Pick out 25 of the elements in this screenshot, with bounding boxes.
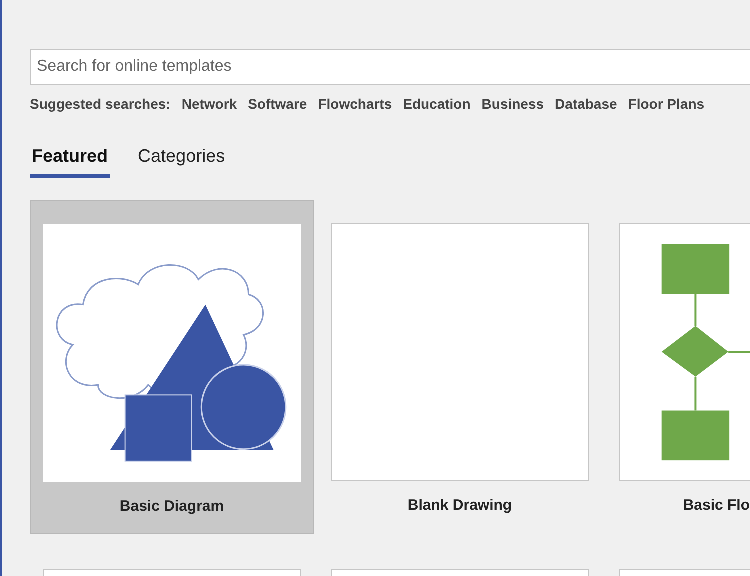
template-thumbnail[interactable] bbox=[43, 224, 301, 482]
connector-line bbox=[728, 351, 750, 353]
template-name: Blank Drawing bbox=[408, 496, 512, 516]
suggested-link[interactable]: Education bbox=[403, 94, 471, 115]
suggested-link[interactable]: Database bbox=[555, 94, 618, 115]
process-shape bbox=[662, 410, 730, 461]
connector-line bbox=[694, 376, 697, 411]
template-name: Basic Diagram bbox=[120, 497, 224, 517]
suggested-label: Suggested searches: bbox=[30, 95, 171, 114]
search-input[interactable]: Search for online templates bbox=[37, 55, 750, 79]
tab[interactable]: Categories bbox=[136, 143, 228, 178]
suggested-link[interactable]: Network bbox=[182, 94, 238, 115]
suggested-link[interactable]: Floor Plans bbox=[628, 94, 705, 115]
process-shape bbox=[662, 244, 730, 294]
connector-line bbox=[694, 294, 697, 326]
tab[interactable]: Featured bbox=[30, 143, 110, 178]
suggested-link[interactable]: Flowcharts bbox=[318, 94, 392, 115]
square-shape bbox=[124, 394, 192, 462]
suggested-link[interactable]: Software bbox=[248, 94, 308, 115]
template-thumbnail[interactable] bbox=[331, 223, 589, 481]
template-card[interactable]: Basic Diagram bbox=[30, 200, 314, 534]
search-field[interactable]: Search for online templates bbox=[30, 49, 750, 85]
suggested-link[interactable]: Business bbox=[482, 94, 544, 115]
decision-shape bbox=[662, 326, 729, 377]
template-name: Basic Flo bbox=[683, 496, 750, 516]
